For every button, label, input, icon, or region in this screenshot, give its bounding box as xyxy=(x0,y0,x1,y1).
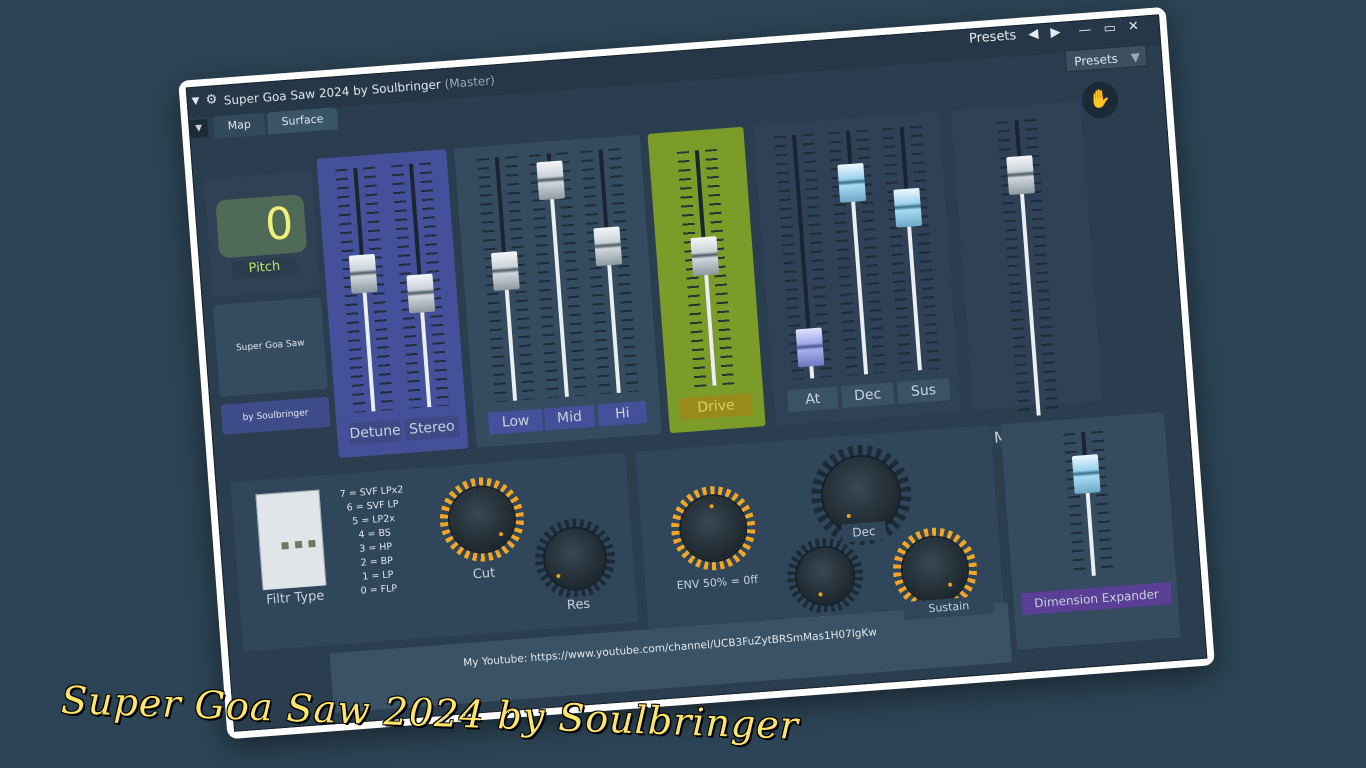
hi-label: Hi xyxy=(597,400,648,427)
at-label: At xyxy=(787,386,839,413)
tab-menu-icon[interactable]: ▼ xyxy=(189,118,209,139)
decay-fader[interactable] xyxy=(827,129,887,376)
drive-fader[interactable] xyxy=(676,148,735,388)
detune-fader-handle[interactable] xyxy=(348,253,378,294)
filter-panel: ▪▪▪ Filtr Type 7 = SVF LPx2 6 = SVF LP 5… xyxy=(230,452,639,652)
detune-stereo-panel: Detune Stereo xyxy=(316,149,469,459)
drive-label: Drive xyxy=(679,392,753,421)
dec-fader-handle[interactable] xyxy=(837,162,867,203)
plugin-window: ▼ ⚙ Super Goa Saw 2024 by Soulbringer (M… xyxy=(185,14,1208,732)
sustain-fader[interactable] xyxy=(881,125,940,372)
master-volume-fader[interactable] xyxy=(996,118,1059,417)
pitch-display[interactable]: 0 xyxy=(215,194,308,259)
dimension-expander-fader[interactable] xyxy=(1063,430,1114,578)
info-panel: Super Goa Saw xyxy=(213,296,328,397)
stereo-fader-handle[interactable] xyxy=(406,273,436,314)
low-fader-handle[interactable] xyxy=(490,250,520,291)
master-panel: Mastre Volum xyxy=(950,101,1116,451)
tab-map[interactable]: Map xyxy=(212,112,266,139)
pitch-label: Pitch xyxy=(231,256,298,280)
dec-tension-knob[interactable] xyxy=(784,535,866,617)
hi-fader-handle[interactable] xyxy=(593,226,623,267)
low-label: Low xyxy=(487,408,544,435)
chevron-down-icon: ▼ xyxy=(1130,49,1141,65)
dimension-panel: Dimension Expander xyxy=(1000,412,1181,650)
presets-dropdown[interactable]: Presets ▼ xyxy=(1064,44,1148,73)
filter-type-selector[interactable]: ▪▪▪ xyxy=(255,489,327,593)
hand-icon[interactable]: ✋ xyxy=(1080,80,1120,120)
cut-label: Cut xyxy=(461,563,507,586)
res-label: Res xyxy=(556,594,602,617)
window-menu-arrow-icon[interactable]: ▼ xyxy=(191,96,200,108)
eq-panel: Low Mid Hi xyxy=(454,134,663,448)
close-icon[interactable]: ✕ xyxy=(1127,19,1139,35)
master-fader-handle[interactable] xyxy=(1006,155,1036,196)
low-fader[interactable] xyxy=(476,155,536,403)
at-fader-handle[interactable] xyxy=(795,327,825,367)
stereo-fader[interactable] xyxy=(391,162,450,409)
author-panel: by Soulbringer xyxy=(220,396,331,435)
dec-label: Dec xyxy=(840,382,895,409)
cut-knob[interactable] xyxy=(436,474,527,565)
env-label: ENV 50% = 0ff xyxy=(662,570,772,597)
drive-fader-handle[interactable] xyxy=(690,236,720,277)
hi-fader[interactable] xyxy=(580,148,639,395)
dimension-expander-label: Dimension Expander xyxy=(1020,582,1173,616)
dimension-fader-handle[interactable] xyxy=(1071,454,1101,495)
mid-fader[interactable] xyxy=(528,151,587,399)
next-preset-icon[interactable]: ▶ xyxy=(1050,25,1061,41)
filter-dots: ▪▪▪ xyxy=(279,534,322,554)
attack-fader[interactable] xyxy=(774,133,833,380)
pitch-panel: 0 Pitch xyxy=(203,171,321,298)
presets-dropdown-label: Presets xyxy=(1073,51,1119,69)
gear-icon[interactable]: ⚙ xyxy=(205,92,220,108)
filter-type-list: 7 = SVF LPx2 6 = SVF LP 5 = LP2x 4 = BS … xyxy=(335,483,415,600)
prev-preset-icon[interactable]: ◀ xyxy=(1028,26,1039,42)
window-title-suffix: (Master) xyxy=(444,73,496,92)
plugin-name-text: Super Goa Saw xyxy=(235,338,305,354)
drive-panel: Drive xyxy=(647,126,766,434)
detune-fader[interactable] xyxy=(335,166,394,413)
sus-fader-handle[interactable] xyxy=(893,187,923,228)
plugin-window-frame: ▼ ⚙ Super Goa Saw 2024 by Soulbringer (M… xyxy=(178,6,1215,740)
adsr-panel: At Dec Sus xyxy=(753,112,962,426)
presets-navigator: Presets ◀ ▶ — ▭ ✕ xyxy=(961,19,1139,47)
detune-label: Detune xyxy=(348,419,402,446)
minimize-icon[interactable]: — xyxy=(1078,22,1092,38)
mid-label: Mid xyxy=(543,404,596,431)
tab-surface[interactable]: Surface xyxy=(266,107,339,135)
mid-fader-handle[interactable] xyxy=(536,160,566,201)
stereo-label: Stereo xyxy=(404,415,460,442)
presets-label[interactable]: Presets xyxy=(968,28,1016,47)
sus-label: Sus xyxy=(896,378,951,404)
filter-type-label: Filtr Type xyxy=(258,585,333,613)
screenshot-stage: ▼ ⚙ Super Goa Saw 2024 by Soulbringer (M… xyxy=(0,0,1366,768)
res-knob[interactable] xyxy=(532,515,619,602)
env-knob[interactable] xyxy=(668,483,759,574)
dec-knob-label: Dec xyxy=(841,521,887,543)
author-text: by Soulbringer xyxy=(242,408,309,424)
maximize-icon[interactable]: ▭ xyxy=(1103,21,1116,37)
